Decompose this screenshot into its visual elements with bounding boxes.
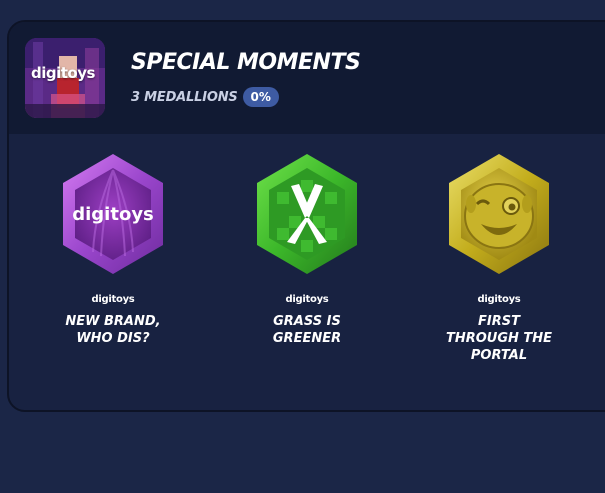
medallion-count: 3 MEDALLIONS <box>131 89 238 105</box>
collection-title: SPECIAL MOMENTS <box>131 50 361 75</box>
collection-header: digitoys SPECIAL MOMENTS 3 MEDALLIONS 0% <box>9 22 605 134</box>
thumbnail-label: digitoys <box>31 64 95 82</box>
collection-thumbnail[interactable]: digitoys <box>25 38 105 118</box>
medallion-emblem-text: digitoys <box>72 204 154 225</box>
medallion-name: FIRST THROUGH THE PORTAL <box>445 314 553 363</box>
collection-meta: 3 MEDALLIONS 0% <box>131 87 279 107</box>
medallion-card[interactable]: digitoys digitoys NEW BRAND, WHO DIS? <box>48 152 178 347</box>
medallion-name: NEW BRAND, WHO DIS? <box>65 314 161 346</box>
medallion-name: GRASS IS GREENER <box>272 314 342 346</box>
medallion-brand: digitoys <box>91 294 135 305</box>
medallion-brand: digitoys <box>285 294 329 305</box>
digitoys-logo-icon: digitoys <box>63 154 163 274</box>
progress-badge: 0% <box>242 87 279 107</box>
winking-face-icon <box>449 154 549 274</box>
medallion-card[interactable]: digitoys GRASS IS GREENER <box>242 152 372 347</box>
medallion-card[interactable]: digitoys FIRST THROUGH THE PORTAL <box>434 152 564 364</box>
medallion-brand: digitoys <box>477 294 521 305</box>
collection-card: digitoys SPECIAL MOMENTS 3 MEDALLIONS 0% <box>7 20 605 412</box>
claw-emblem-icon <box>257 154 357 274</box>
